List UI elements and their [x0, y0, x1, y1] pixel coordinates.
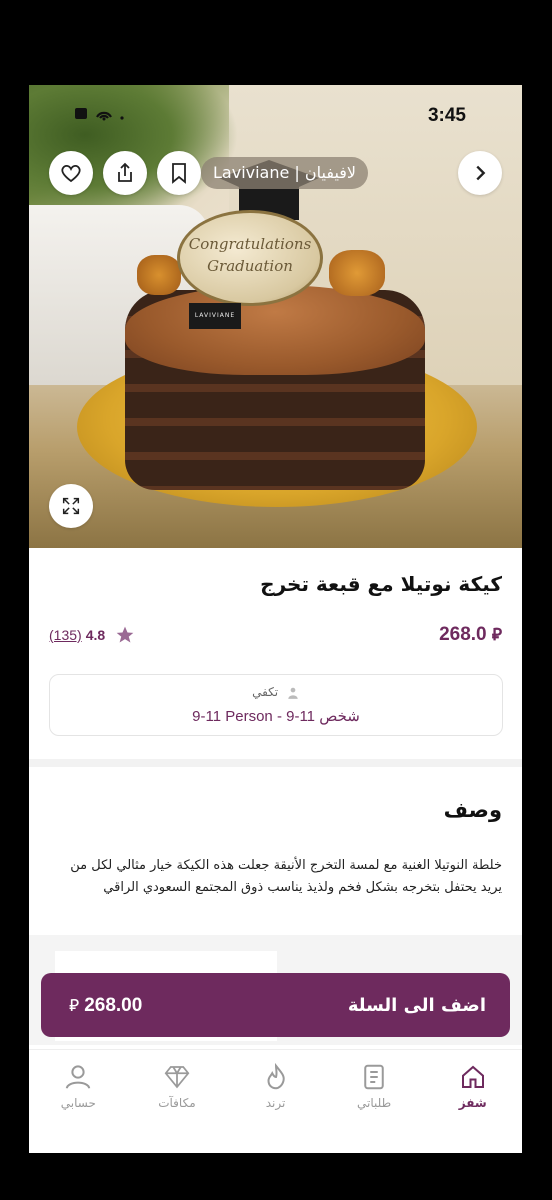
- product-price: 268.0 ⃁: [439, 623, 502, 646]
- share-icon: [118, 162, 132, 182]
- serves-value: 9-11 Person - 9-11 شخص: [192, 708, 360, 725]
- description-text: خلطة النوتيلا الغنية مع لمسة التخرج الأن…: [70, 858, 502, 895]
- cake-brand-label: LAVIVIANE: [189, 303, 241, 329]
- flame-icon: [267, 1062, 285, 1090]
- product-title: كيكة نوتيلا مع قبعة تخرج: [260, 572, 502, 596]
- add-to-cart-button[interactable]: ⃁ 268.00 اضف الى السلة: [41, 973, 510, 1037]
- nav-label: طلباتي: [357, 1096, 392, 1110]
- status-icons: [75, 105, 145, 125]
- share-button[interactable]: [103, 151, 147, 195]
- rating-count[interactable]: (135): [49, 627, 82, 643]
- description-heading: وصف: [443, 798, 502, 822]
- home-icon: [461, 1065, 484, 1088]
- price-value: 268.0: [439, 624, 487, 645]
- status-time: 3:45: [427, 105, 466, 126]
- cart-button-label: اضف الى السلة: [347, 994, 486, 1016]
- bookmark-button[interactable]: [157, 151, 201, 195]
- rating-value: 4.8: [85, 627, 106, 643]
- favorite-button[interactable]: [49, 151, 93, 195]
- caramel-nuts: [137, 255, 181, 295]
- topper-line1: Congratulations: [188, 235, 312, 253]
- nav-label: مكافآت: [158, 1096, 196, 1110]
- nav-label: شفز: [458, 1096, 487, 1110]
- chevron-right-icon: [476, 165, 486, 181]
- product-rating[interactable]: (135) 4.8: [49, 625, 135, 645]
- star-icon: [116, 626, 134, 643]
- riyal-icon: ⃁: [69, 995, 80, 1016]
- topper-line2: Graduation: [207, 257, 293, 275]
- riyal-icon: ⃁: [491, 625, 502, 644]
- back-button[interactable]: [458, 151, 502, 195]
- diamond-icon: [164, 1066, 190, 1089]
- person-icon: [288, 687, 298, 699]
- user-icon: [66, 1065, 91, 1089]
- heart-icon: [61, 164, 81, 183]
- nav-item-account[interactable]: حسابي: [29, 1050, 128, 1153]
- nav-label: ترند: [265, 1096, 286, 1110]
- cart-button-price: ⃁ 268.00: [69, 994, 142, 1017]
- app-screen: Congratulations Graduation LAVIVIANE 3:4…: [29, 85, 522, 1153]
- nav-item-rewards[interactable]: مكافآت: [128, 1050, 227, 1153]
- store-name-chip[interactable]: Laviviane | لافيفيان: [201, 157, 369, 189]
- nav-item-home[interactable]: شفز: [423, 1050, 522, 1153]
- bottom-navigation: شفز طلباتي ترند مكافآت حسابي: [29, 1049, 522, 1153]
- bookmark-icon: [172, 163, 186, 184]
- serves-card[interactable]: تكفي 9-11 Person - 9-11 شخص: [49, 674, 503, 736]
- expand-button[interactable]: [49, 484, 93, 528]
- serves-label: تكفي: [50, 685, 502, 700]
- cake-topper: Congratulations Graduation: [177, 210, 323, 306]
- caramel-nuts: [329, 250, 385, 296]
- expand-icon: [62, 497, 80, 515]
- orders-icon: [364, 1064, 384, 1090]
- product-image: Congratulations Graduation LAVIVIANE 3:4…: [29, 85, 522, 548]
- section-divider: [29, 759, 522, 767]
- nav-item-orders[interactable]: طلباتي: [325, 1050, 424, 1153]
- nav-item-trending[interactable]: ترند: [226, 1050, 325, 1153]
- nav-label: حسابي: [60, 1096, 96, 1110]
- cart-price-value: 268.00: [84, 994, 143, 1016]
